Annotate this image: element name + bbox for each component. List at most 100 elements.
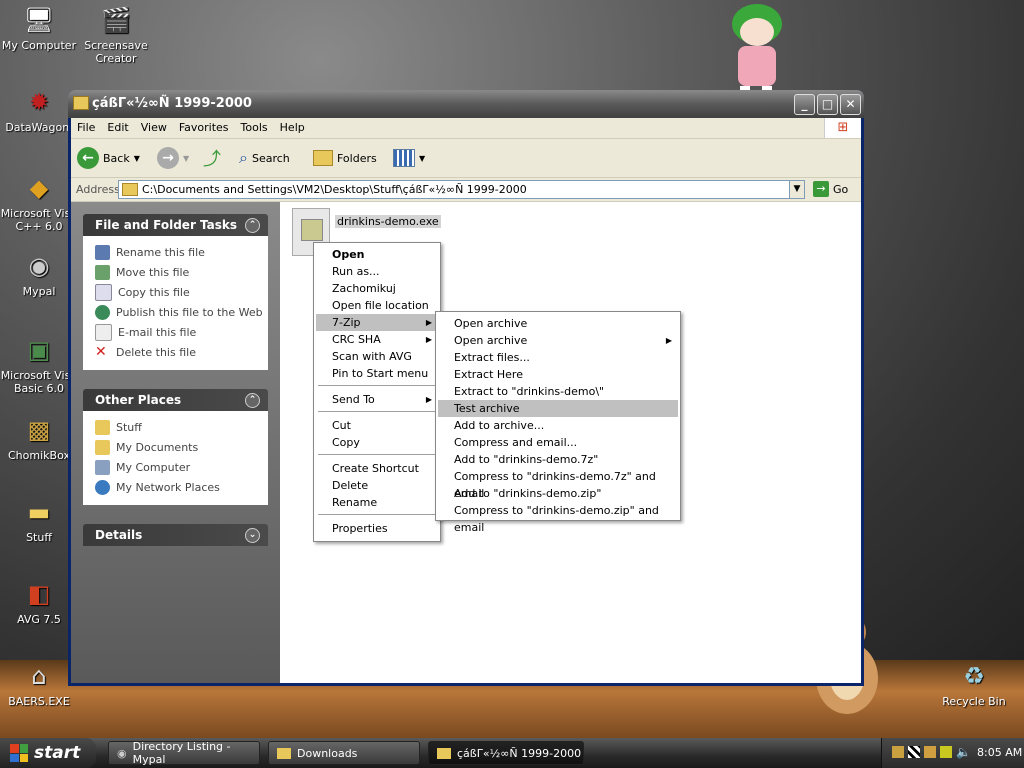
submenu-arrow-icon: ▶ (425, 318, 432, 327)
task-rename[interactable]: Rename this file (95, 242, 268, 262)
start-button[interactable]: start (0, 738, 96, 768)
zip-add-to-archive[interactable]: Add to archive... (438, 417, 678, 434)
place-my-network[interactable]: My Network Places (95, 477, 268, 497)
menu-tools[interactable]: Tools (235, 118, 274, 137)
desktop-icon-avg[interactable]: ◧ AVG 7.5 (0, 578, 78, 627)
zip-compress-zip-email[interactable]: Compress to "drinkins-demo.zip" and emai… (438, 502, 678, 534)
context-7zip[interactable]: 7-Zip ▶ (316, 314, 438, 331)
collapse-icon[interactable]: ⌃ (245, 393, 260, 408)
desktop-icon-label: Screensave Creator (84, 39, 148, 65)
maximize-button[interactable]: □ (817, 94, 838, 115)
views-button[interactable]: ▼ (393, 146, 425, 170)
place-my-documents[interactable]: My Documents (95, 437, 268, 457)
zip-add-7z[interactable]: Add to "drinkins-demo.7z" (438, 451, 678, 468)
close-button[interactable]: ✕ (840, 94, 861, 115)
up-folder-button[interactable]: ⤴ (203, 146, 221, 170)
context-open-file-location[interactable]: Open file location (316, 297, 438, 314)
desktop-icon-baers[interactable]: ⌂ BAERS.EXE (0, 660, 78, 709)
chevron-down-icon[interactable]: ▼ (134, 154, 140, 163)
zip-compress-7z-email[interactable]: Compress to "drinkins-demo.7z" and email (438, 468, 678, 500)
chevron-down-icon[interactable]: ▼ (183, 154, 189, 163)
menu-help[interactable]: Help (274, 118, 311, 137)
submenu-arrow-icon: ▶ (425, 395, 432, 404)
context-crc-sha[interactable]: CRC SHA ▶ (316, 331, 438, 348)
desktop-icon-recycle-bin[interactable]: ♻ Recycle Bin (935, 660, 1013, 709)
forward-button[interactable]: → ▼ (157, 146, 189, 170)
taskbar-item-downloads[interactable]: Downloads (268, 741, 420, 765)
context-properties[interactable]: Properties (316, 520, 438, 537)
place-label: Stuff (116, 420, 142, 434)
zip-test-archive[interactable]: Test archive (438, 400, 678, 417)
desktop-icon-label: Recycle Bin (942, 695, 1006, 708)
zip-add-zip[interactable]: Add to "drinkins-demo.zip" (438, 485, 678, 502)
panel-header[interactable]: File and Folder Tasks ⌃ (83, 214, 268, 236)
desktop-icon-visual-cpp[interactable]: ◆ Microsoft Visu C++ 6.0 (0, 172, 78, 234)
desktop-icon-stuff[interactable]: ▬ Stuff (0, 496, 78, 545)
volume-icon[interactable]: 🔈 (956, 745, 971, 759)
desktop-icon-my-computer[interactable]: 🖥 My Computer (0, 4, 78, 53)
context-scan-avg[interactable]: Scan with AVG (316, 348, 438, 365)
zip-extract-to[interactable]: Extract to "drinkins-demo\" (438, 383, 678, 400)
zip-compress-email[interactable]: Compress and email... (438, 434, 678, 451)
desktop-icon-visual-basic[interactable]: ▣ Microsoft Visu Basic 6.0 (0, 334, 78, 396)
tray-checker-icon[interactable] (908, 746, 920, 758)
taskbar-item-explorer[interactable]: çáßΓ«½∞Ñ 1999-2000 (428, 741, 584, 765)
desktop-icon-mypal[interactable]: ◉ Mypal (0, 250, 78, 299)
back-button[interactable]: ← Back ▼ (77, 146, 140, 170)
zip-open-archive-sub[interactable]: Open archive ▶ (438, 332, 678, 349)
file-item-name[interactable]: drinkins-demo.exe (335, 215, 441, 228)
desktop-icon-chomikbox[interactable]: ▩ ChomikBox (0, 414, 78, 463)
desktop-icon-datawagon[interactable]: ✹ DataWagon. (0, 86, 78, 135)
tray-media-icon[interactable] (892, 746, 904, 758)
context-run-as[interactable]: Run as... (316, 263, 438, 280)
task-email[interactable]: E-mail this file (95, 322, 268, 342)
menu-file[interactable]: File (71, 118, 101, 137)
zip-open-archive[interactable]: Open archive (438, 315, 678, 332)
task-delete[interactable]: ✕ Delete this file (95, 342, 268, 362)
context-send-to[interactable]: Send To ▶ (316, 391, 438, 408)
search-button[interactable]: ⌕ Search (239, 146, 290, 170)
place-my-computer[interactable]: My Computer (95, 457, 268, 477)
back-arrow-icon: ← (77, 147, 99, 169)
task-publish[interactable]: Publish this file to the Web (95, 302, 268, 322)
window-titlebar[interactable]: çáßΓ«½∞Ñ 1999-2000 _ □ ✕ (68, 90, 864, 118)
go-button[interactable]: → Go (813, 181, 848, 197)
menu-view[interactable]: View (135, 118, 173, 137)
context-copy[interactable]: Copy (316, 434, 438, 451)
context-zachomikuj[interactable]: Zachomikuj (316, 280, 438, 297)
task-copy[interactable]: Copy this file (95, 282, 268, 302)
panel-header[interactable]: Details ⌄ (83, 524, 268, 546)
clock[interactable]: 8:05 AM (977, 746, 1022, 759)
task-label: Directory Listing - Mypal (132, 740, 231, 766)
context-create-shortcut[interactable]: Create Shortcut (316, 460, 438, 477)
zip-extract-here[interactable]: Extract Here (438, 366, 678, 383)
menu-item-label: Send To (332, 393, 375, 406)
go-arrow-icon: → (813, 181, 829, 197)
collapse-icon[interactable]: ⌃ (245, 218, 260, 233)
expand-icon[interactable]: ⌄ (245, 528, 260, 543)
minimize-button[interactable]: _ (794, 94, 815, 115)
context-delete[interactable]: Delete (316, 477, 438, 494)
place-stuff[interactable]: Stuff (95, 417, 268, 437)
taskbar-item-mypal[interactable]: ◉ Directory Listing - Mypal (108, 740, 260, 766)
context-rename[interactable]: Rename (316, 494, 438, 511)
task-label: Copy this file (118, 285, 190, 299)
zip-extract-files[interactable]: Extract files... (438, 349, 678, 366)
tray-chomikbox-icon[interactable] (924, 746, 936, 758)
desktop-icon-screensave-creator[interactable]: 🎬 Screensave Creator (77, 4, 155, 66)
menu-favorites[interactable]: Favorites (173, 118, 235, 137)
address-input[interactable]: C:\Documents and Settings\VM2\Desktop\St… (118, 180, 804, 199)
task-label: Downloads (297, 746, 358, 760)
address-dropdown-button[interactable]: ▼ (789, 180, 805, 199)
menu-item-label: 7-Zip (332, 316, 361, 329)
context-open[interactable]: Open (316, 246, 438, 263)
folders-button[interactable]: Folders (313, 146, 377, 170)
submenu-arrow-icon: ▶ (665, 336, 672, 345)
panel-header[interactable]: Other Places ⌃ (83, 389, 268, 411)
context-cut[interactable]: Cut (316, 417, 438, 434)
task-label: çáßΓ«½∞Ñ 1999-2000 (457, 746, 582, 760)
context-pin-start[interactable]: Pin to Start menu (316, 365, 438, 382)
menu-edit[interactable]: Edit (101, 118, 134, 137)
task-move[interactable]: Move this file (95, 262, 268, 282)
tray-avg-icon[interactable] (940, 746, 952, 758)
